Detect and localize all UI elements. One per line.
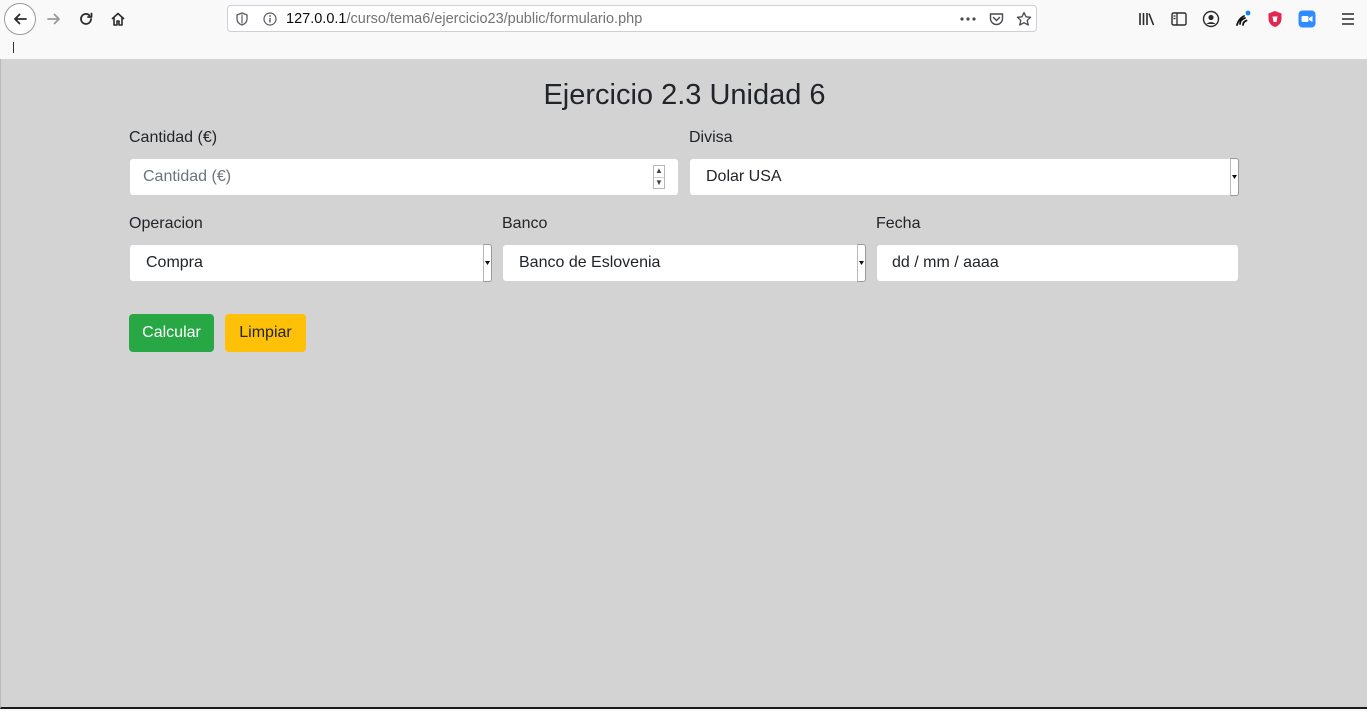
bookmarks-bar [0, 38, 1367, 60]
url-host: 127.0.0.1 [286, 11, 347, 27]
chevron-down-icon[interactable] [483, 244, 492, 282]
forward-icon[interactable] [38, 3, 70, 35]
fecha-input[interactable]: dd / mm / aaaa [876, 244, 1239, 282]
extension-icon[interactable] [1233, 9, 1253, 29]
info-icon[interactable] [262, 11, 278, 27]
url-path: /curso/tema6/ejercicio23/public/formular… [346, 11, 643, 27]
calcular-button[interactable]: Calcular [129, 314, 214, 352]
banco-label: Banco [502, 215, 548, 232]
more-icon[interactable] [959, 11, 977, 27]
operacion-selected: Compra [146, 254, 203, 271]
browser-toolbar: 127.0.0.1/curso/tema6/ejercicio23/public… [0, 0, 1367, 38]
cantidad-placeholder: Cantidad (€) [143, 168, 232, 185]
account-icon[interactable] [1201, 9, 1221, 29]
divisa-select[interactable]: Dolar USA [689, 158, 1239, 196]
banco-selected: Banco de Eslovenia [519, 254, 661, 271]
star-icon[interactable] [1015, 11, 1033, 27]
chevron-down-icon[interactable] [1230, 158, 1239, 196]
spinner-down-icon[interactable]: ▼ [654, 176, 664, 189]
operacion-select[interactable]: Compra [129, 244, 492, 282]
operacion-label: Operacion [129, 215, 203, 232]
cantidad-spinner[interactable]: ▲ ▼ [653, 165, 665, 189]
banco-select[interactable]: Banco de Eslovenia [502, 244, 866, 282]
url-text[interactable]: 127.0.0.1/curso/tema6/ejercicio23/public… [286, 10, 642, 28]
sidebar-icon[interactable] [1169, 9, 1189, 29]
spinner-up-icon[interactable]: ▲ [654, 166, 664, 177]
fecha-placeholder: dd / mm / aaaa [892, 254, 999, 271]
home-icon[interactable] [102, 3, 134, 35]
url-bar[interactable]: 127.0.0.1/curso/tema6/ejercicio23/public… [227, 5, 1037, 32]
pocket-icon[interactable] [987, 11, 1005, 27]
brave-shield-icon[interactable] [1265, 9, 1285, 29]
fecha-label: Fecha [876, 215, 921, 232]
zoom-icon[interactable] [1297, 9, 1317, 29]
library-icon[interactable] [1137, 9, 1157, 29]
cantidad-label: Cantidad (€) [129, 129, 218, 146]
menu-icon[interactable] [1338, 9, 1358, 29]
page-content: Ejercicio 2.3 Unidad 6 Cantidad (€) Cant… [0, 59, 1367, 709]
cantidad-input[interactable]: Cantidad (€) ▲ ▼ [129, 158, 679, 196]
divisa-label: Divisa [689, 129, 733, 146]
chevron-down-icon[interactable] [857, 244, 866, 282]
back-icon[interactable] [4, 3, 36, 35]
reload-icon[interactable] [70, 3, 102, 35]
page-title: Ejercicio 2.3 Unidad 6 [543, 79, 826, 111]
shield-icon[interactable] [234, 11, 250, 27]
text-caret [13, 42, 14, 53]
limpiar-button[interactable]: Limpiar [225, 314, 306, 352]
divisa-selected: Dolar USA [706, 168, 782, 185]
